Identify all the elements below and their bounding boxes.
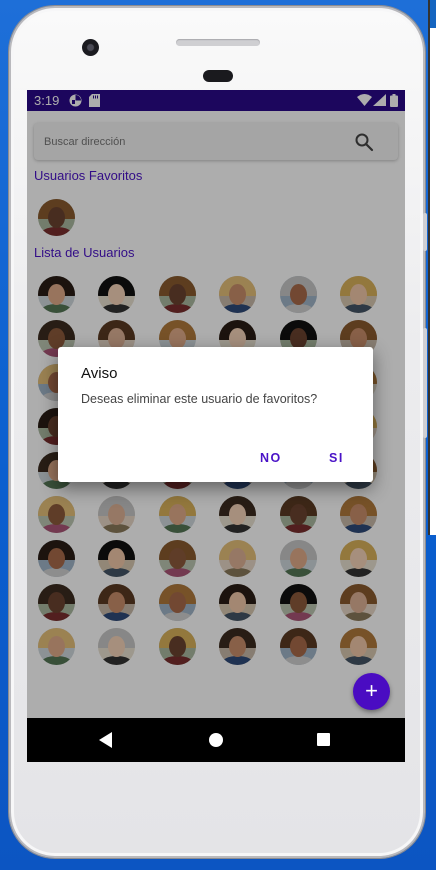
back-icon[interactable]	[99, 732, 112, 748]
phone-screen: 3:19 Usuarios Favoritos Lista de Usuario…	[27, 90, 405, 762]
dialog-message: Deseas eliminar este usuario de favorito…	[81, 392, 318, 406]
dialog-yes-button[interactable]: SI	[329, 451, 344, 465]
power-button	[423, 328, 427, 438]
dialog-no-button[interactable]: NO	[260, 451, 282, 465]
add-icon: +	[365, 678, 378, 703]
volume-button	[423, 213, 427, 251]
home-icon[interactable]	[209, 733, 223, 747]
confirm-dialog: Aviso Deseas eliminar este usuario de fa…	[58, 347, 373, 482]
earpiece-speaker	[176, 39, 260, 46]
background-window-edge	[428, 0, 436, 535]
proximity-sensor	[203, 70, 233, 82]
add-user-button[interactable]: +	[353, 673, 390, 710]
front-camera	[82, 39, 99, 56]
navigation-bar	[27, 718, 405, 762]
dialog-title: Aviso	[81, 365, 118, 382]
recents-icon[interactable]	[317, 733, 330, 746]
